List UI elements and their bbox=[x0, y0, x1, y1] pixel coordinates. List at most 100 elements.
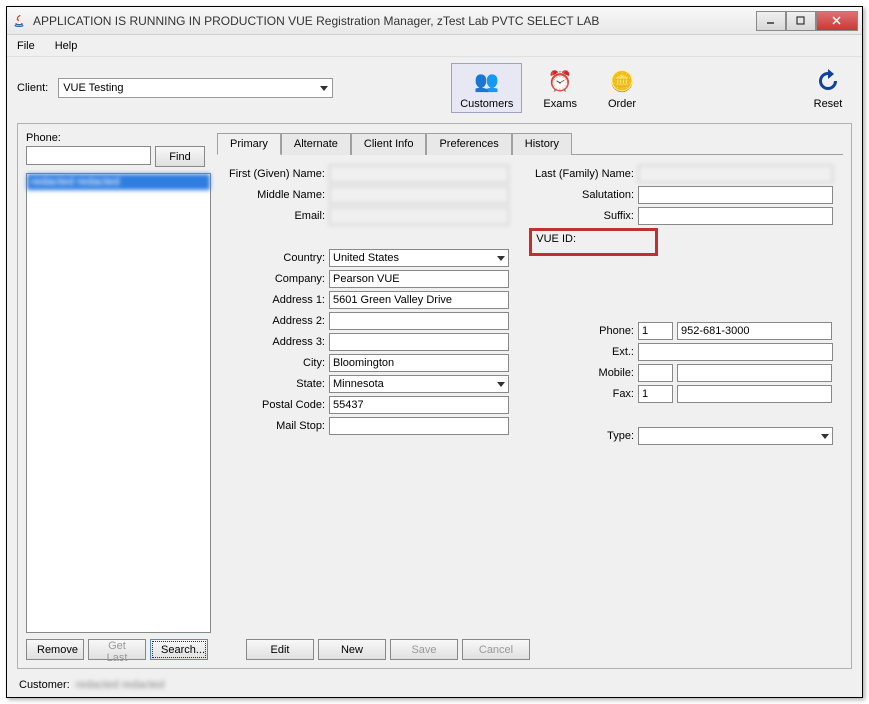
email-label: Email: bbox=[225, 210, 325, 222]
suffix-field[interactable] bbox=[638, 207, 833, 225]
phone-search-input[interactable] bbox=[26, 146, 151, 165]
exams-button[interactable]: ⏰ Exams bbox=[534, 63, 586, 113]
country-label: Country: bbox=[225, 252, 325, 264]
menu-file[interactable]: File bbox=[13, 38, 39, 54]
right-panel: Primary Alternate Client Info Preference… bbox=[217, 132, 843, 633]
main-frame: Phone: Find redacted redacted Primary Al… bbox=[17, 123, 852, 669]
client-label: Client: bbox=[17, 82, 48, 94]
tab-preferences[interactable]: Preferences bbox=[426, 133, 511, 155]
phone-search-label: Phone: bbox=[26, 132, 211, 144]
order-icon: 🪙 bbox=[607, 66, 637, 96]
ext-field[interactable] bbox=[638, 343, 833, 361]
postal-label: Postal Code: bbox=[225, 399, 325, 411]
chevron-down-icon bbox=[497, 382, 505, 387]
order-label: Order bbox=[608, 98, 636, 110]
chevron-down-icon bbox=[320, 86, 328, 91]
window-controls bbox=[756, 11, 858, 31]
mailstop-label: Mail Stop: bbox=[225, 420, 325, 432]
state-label: State: bbox=[225, 378, 325, 390]
address3-field[interactable] bbox=[329, 333, 509, 351]
minimize-button[interactable] bbox=[756, 11, 786, 31]
search-results-list[interactable]: redacted redacted bbox=[26, 173, 211, 633]
reset-button[interactable]: Reset bbox=[804, 63, 852, 113]
postal-field[interactable] bbox=[329, 396, 509, 414]
main-body: Phone: Find redacted redacted Primary Al… bbox=[26, 132, 843, 633]
tab-client-info[interactable]: Client Info bbox=[351, 133, 427, 155]
last-name-label: Last (Family) Name: bbox=[529, 168, 634, 180]
phone-label: Phone: bbox=[529, 325, 634, 337]
tab-alternate[interactable]: Alternate bbox=[281, 133, 351, 155]
chevron-down-icon bbox=[821, 434, 829, 439]
address3-label: Address 3: bbox=[225, 336, 325, 348]
toolbar: Client: VUE Testing 👥 Customers ⏰ Exams … bbox=[7, 57, 862, 123]
country-select[interactable]: United States bbox=[329, 249, 509, 267]
company-field[interactable] bbox=[329, 270, 509, 288]
mobile-label: Mobile: bbox=[529, 367, 634, 379]
phone-field[interactable] bbox=[677, 322, 832, 340]
fax-cc-field[interactable] bbox=[638, 385, 673, 403]
suffix-label: Suffix: bbox=[529, 210, 634, 222]
last-name-field[interactable] bbox=[638, 165, 833, 183]
customers-icon: 👥 bbox=[472, 66, 502, 96]
search-button[interactable]: Search... bbox=[150, 639, 208, 660]
cancel-button[interactable]: Cancel bbox=[462, 639, 530, 660]
toolbar-icons: 👥 Customers ⏰ Exams 🪙 Order bbox=[451, 63, 646, 113]
edit-button[interactable]: Edit bbox=[246, 639, 314, 660]
vue-id-field bbox=[576, 233, 651, 251]
customers-button[interactable]: 👥 Customers bbox=[451, 63, 522, 113]
mobile-cc-field[interactable] bbox=[638, 364, 673, 382]
chevron-down-icon bbox=[497, 256, 505, 261]
salutation-field[interactable] bbox=[638, 186, 833, 204]
fax-label: Fax: bbox=[529, 388, 634, 400]
type-select[interactable] bbox=[638, 427, 833, 445]
order-button[interactable]: 🪙 Order bbox=[598, 63, 646, 113]
find-button[interactable]: Find bbox=[155, 146, 205, 167]
client-select[interactable]: VUE Testing bbox=[58, 78, 333, 98]
titlebar: APPLICATION IS RUNNING IN PRODUCTION VUE… bbox=[7, 7, 862, 35]
vue-id-highlight: VUE ID: bbox=[529, 228, 658, 256]
middle-name-label: Middle Name: bbox=[225, 189, 325, 201]
menubar: File Help bbox=[7, 35, 862, 57]
get-last-button[interactable]: Get Last bbox=[88, 639, 146, 660]
reset-label: Reset bbox=[814, 98, 843, 110]
ext-label: Ext.: bbox=[529, 346, 634, 358]
company-label: Company: bbox=[225, 273, 325, 285]
customer-status-value: redacted redacted bbox=[76, 679, 165, 691]
type-label: Type: bbox=[529, 430, 634, 442]
exams-icon: ⏰ bbox=[545, 66, 575, 96]
left-panel: Phone: Find redacted redacted bbox=[26, 132, 211, 633]
first-name-label: First (Given) Name: bbox=[225, 168, 325, 180]
form-left-column: First (Given) Name: Middle Name: Email: … bbox=[225, 165, 509, 623]
window-title: APPLICATION IS RUNNING IN PRODUCTION VUE… bbox=[33, 14, 756, 28]
city-field[interactable] bbox=[329, 354, 509, 372]
mailstop-field[interactable] bbox=[329, 417, 509, 435]
app-window: APPLICATION IS RUNNING IN PRODUCTION VUE… bbox=[6, 6, 863, 698]
tab-history[interactable]: History bbox=[512, 133, 572, 155]
email-field[interactable] bbox=[329, 207, 509, 225]
remove-button[interactable]: Remove bbox=[26, 639, 84, 660]
vue-id-label: VUE ID: bbox=[536, 233, 576, 251]
maximize-button[interactable] bbox=[786, 11, 816, 31]
save-button[interactable]: Save bbox=[390, 639, 458, 660]
first-name-field[interactable] bbox=[329, 165, 509, 183]
close-button[interactable] bbox=[816, 11, 858, 31]
customer-status-label: Customer: bbox=[19, 679, 70, 691]
tab-primary[interactable]: Primary bbox=[217, 133, 281, 155]
reset-icon bbox=[813, 66, 843, 96]
java-icon bbox=[11, 13, 27, 29]
menu-help[interactable]: Help bbox=[51, 38, 82, 54]
customers-label: Customers bbox=[460, 98, 513, 110]
client-value: VUE Testing bbox=[63, 82, 123, 94]
phone-cc-field[interactable] bbox=[638, 322, 673, 340]
action-buttons: Remove Get Last Search... Edit New Save … bbox=[26, 633, 843, 660]
middle-name-field[interactable] bbox=[329, 186, 509, 204]
address1-field[interactable] bbox=[329, 291, 509, 309]
mobile-field[interactable] bbox=[677, 364, 832, 382]
address2-field[interactable] bbox=[329, 312, 509, 330]
new-button[interactable]: New bbox=[318, 639, 386, 660]
form-right-column: Last (Family) Name: Salutation: Suffix: … bbox=[529, 165, 833, 623]
fax-field[interactable] bbox=[677, 385, 832, 403]
address2-label: Address 2: bbox=[225, 315, 325, 327]
state-select[interactable]: Minnesota bbox=[329, 375, 509, 393]
list-item[interactable]: redacted redacted bbox=[27, 174, 210, 190]
